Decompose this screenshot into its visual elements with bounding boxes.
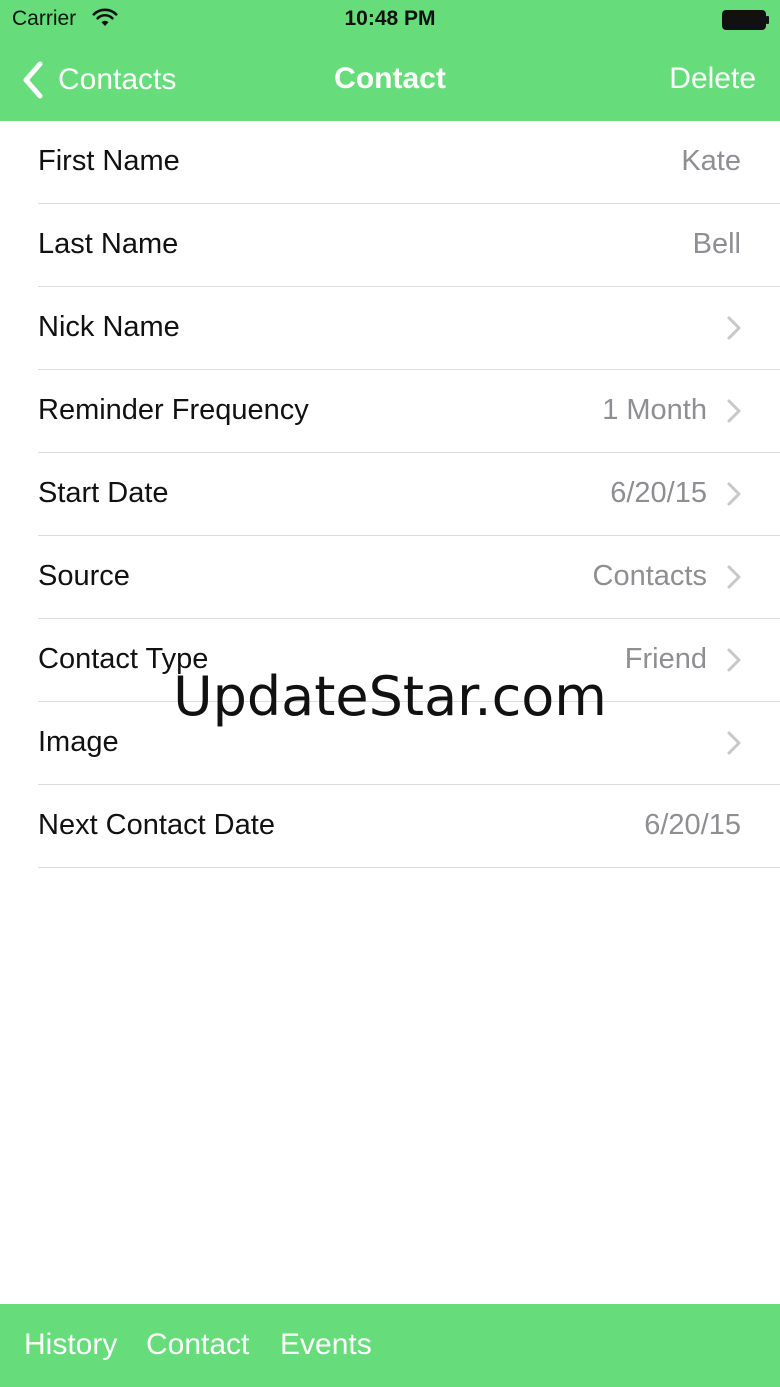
- battery-icon: [722, 10, 769, 30]
- chevron-right-icon: [727, 316, 741, 340]
- row-label: Image: [38, 726, 119, 758]
- status-bar: Carrier 10:48 PM: [0, 0, 780, 40]
- row-value: Contacts: [592, 560, 707, 592]
- row-image[interactable]: Image: [38, 702, 780, 785]
- chevron-left-icon: [23, 61, 43, 99]
- toolbar-events-button[interactable]: Events: [280, 1328, 372, 1362]
- chevron-right-icon: [727, 731, 741, 755]
- toolbar-contact-button[interactable]: Contact: [146, 1328, 249, 1362]
- row-label: Nick Name: [38, 311, 180, 343]
- row-label: Source: [38, 560, 130, 592]
- row-next-contact-date[interactable]: Next Contact Date 6/20/15: [38, 785, 780, 868]
- row-label: Next Contact Date: [38, 809, 275, 841]
- chevron-right-icon: [727, 482, 741, 506]
- row-label: Reminder Frequency: [38, 394, 309, 426]
- status-time: 10:48 PM: [344, 7, 436, 30]
- row-value: Friend: [624, 643, 707, 675]
- delete-button[interactable]: Delete: [669, 62, 756, 96]
- row-label: Contact Type: [38, 643, 209, 675]
- back-button-label: Contacts: [58, 63, 177, 96]
- row-last-name[interactable]: Last Name Bell: [38, 204, 780, 287]
- row-value: 6/20/15: [610, 477, 707, 509]
- contact-fields-table: First Name Kate Last Name Bell Nick Name…: [0, 121, 780, 868]
- row-value: 6/20/15: [644, 809, 741, 841]
- row-first-name[interactable]: First Name Kate: [38, 121, 780, 204]
- row-source[interactable]: Source Contacts: [38, 536, 780, 619]
- chevron-right-icon: [727, 648, 741, 672]
- navigation-bar: Contacts Contact Delete: [0, 40, 780, 121]
- row-contact-type[interactable]: Contact Type Friend: [38, 619, 780, 702]
- row-label: Last Name: [38, 228, 179, 260]
- row-nick-name[interactable]: Nick Name: [38, 287, 780, 370]
- row-value: 1 Month: [602, 394, 707, 426]
- header-bar: Carrier 10:48 PM Contacts Contact Delete: [0, 0, 780, 121]
- contact-detail-screen: Carrier 10:48 PM Contacts Contact Delete: [0, 0, 780, 1387]
- row-value: Bell: [692, 228, 741, 260]
- chevron-right-icon: [727, 565, 741, 589]
- row-label: First Name: [38, 145, 180, 177]
- row-label: Start Date: [38, 477, 169, 509]
- row-start-date[interactable]: Start Date 6/20/15: [38, 453, 780, 536]
- bottom-toolbar: History Contact Events: [0, 1304, 780, 1387]
- row-reminder-frequency[interactable]: Reminder Frequency 1 Month: [38, 370, 780, 453]
- chevron-right-icon: [727, 399, 741, 423]
- toolbar-history-button[interactable]: History: [24, 1328, 117, 1362]
- back-to-contacts-button[interactable]: Contacts: [20, 58, 176, 102]
- row-value: Kate: [681, 145, 741, 177]
